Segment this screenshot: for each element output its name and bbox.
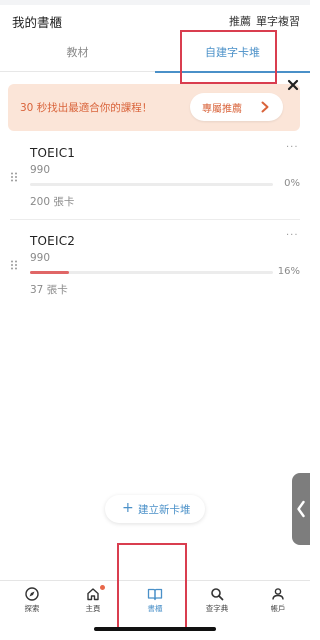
divider bbox=[10, 219, 300, 220]
close-banner-icon[interactable] bbox=[285, 77, 301, 93]
nav-account[interactable]: 帳戶 bbox=[247, 587, 309, 621]
deck-item[interactable]: TOEIC1 ··· 990 0% 200 張卡 bbox=[0, 140, 310, 220]
nav-bookshelf-label: 書櫃 bbox=[147, 604, 163, 613]
book-icon bbox=[147, 588, 163, 601]
page-title: 我的書櫃 bbox=[12, 15, 63, 30]
recommend-course-button[interactable]: 專屬推薦 bbox=[190, 93, 283, 121]
promo-banner-text: 30 秒找出最適合你的課程！ bbox=[20, 102, 153, 114]
deck-progress-percent: 0% bbox=[284, 178, 300, 189]
tab-materials[interactable]: 教材 bbox=[0, 36, 155, 72]
nav-explore[interactable]: 探索 bbox=[1, 587, 63, 621]
deck-card-count: 37 張卡 bbox=[30, 284, 68, 296]
bottom-nav: 探索 主頁 書櫃 查字典 帳戶 bbox=[0, 580, 310, 640]
deck-card-count: 200 張卡 bbox=[30, 196, 75, 208]
more-options-icon[interactable]: ··· bbox=[286, 230, 299, 241]
promo-banner: 30 秒找出最適合你的課程！ 專屬推薦 bbox=[8, 84, 300, 131]
chevron-right-icon bbox=[261, 101, 269, 113]
status-bar-strip bbox=[0, 0, 310, 5]
deck-progress-fill bbox=[30, 271, 69, 274]
recommend-course-label: 專屬推薦 bbox=[202, 104, 242, 115]
compass-icon bbox=[25, 587, 39, 601]
tab-materials-label: 教材 bbox=[66, 46, 89, 59]
word-review-link[interactable]: 單字複習 bbox=[256, 13, 300, 29]
nav-bookshelf[interactable]: 書櫃 bbox=[124, 587, 186, 621]
nav-home-label: 主頁 bbox=[85, 604, 101, 613]
side-drawer-handle[interactable] bbox=[292, 473, 310, 545]
nav-dictionary-label: 查字典 bbox=[205, 604, 229, 613]
deck-progress-bar bbox=[30, 183, 273, 186]
notification-dot bbox=[100, 585, 105, 590]
deck-divider-wrap bbox=[0, 219, 310, 220]
more-options-icon[interactable]: ··· bbox=[286, 142, 299, 153]
deck-word-count: 990 bbox=[30, 252, 51, 264]
nav-dictionary[interactable]: 查字典 bbox=[186, 587, 248, 621]
home-indicator bbox=[94, 627, 216, 631]
search-icon bbox=[211, 588, 224, 601]
home-icon bbox=[87, 588, 99, 601]
chevron-left-icon bbox=[297, 500, 305, 518]
user-icon bbox=[272, 588, 284, 600]
create-deck-label: 建立新卡堆 bbox=[138, 504, 191, 516]
tab-custom-decks-label: 自建字卡堆 bbox=[205, 46, 260, 59]
nav-explore-label: 探索 bbox=[24, 604, 40, 613]
deck-word-count: 990 bbox=[30, 164, 51, 176]
deck-progress-bar bbox=[30, 271, 273, 274]
drag-handle-icon[interactable] bbox=[10, 260, 18, 270]
nav-account-label: 帳戶 bbox=[270, 604, 286, 613]
deck-name: TOEIC2 bbox=[30, 234, 76, 248]
tab-custom-decks[interactable]: 自建字卡堆 bbox=[155, 36, 310, 73]
deck-progress-percent: 16% bbox=[277, 266, 300, 277]
nav-home[interactable]: 主頁 bbox=[62, 585, 124, 621]
header: 我的書櫃 推薦 單字複習 bbox=[0, 10, 310, 32]
tab-active-underline bbox=[155, 71, 310, 73]
plus-icon: + bbox=[122, 500, 134, 516]
drag-handle-icon[interactable] bbox=[10, 172, 18, 182]
recommend-link[interactable]: 推薦 bbox=[229, 13, 251, 29]
create-deck-button[interactable]: + 建立新卡堆 bbox=[105, 495, 205, 523]
deck-name: TOEIC1 bbox=[30, 146, 76, 160]
tab-bar: 教材 自建字卡堆 bbox=[0, 36, 310, 73]
deck-item[interactable]: TOEIC2 ··· 990 16% 37 張卡 bbox=[0, 228, 310, 308]
